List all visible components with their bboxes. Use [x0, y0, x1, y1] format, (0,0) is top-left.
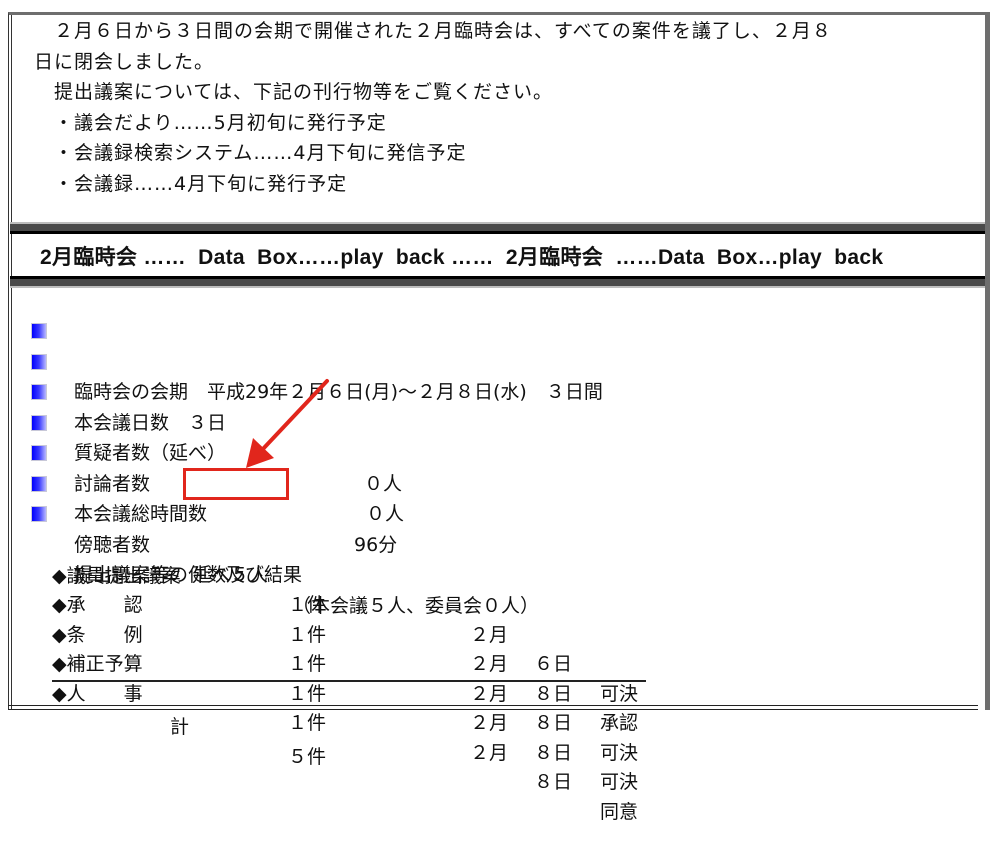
proposal-count: １件: [288, 712, 327, 734]
stat-value: ０人: [364, 472, 403, 495]
table-row: ◆補正予算 １件 ２月 ８日 可決: [52, 621, 652, 793]
proposal-result: 可決: [600, 741, 639, 764]
banner-bottom-rule: [10, 276, 985, 288]
proposal-month: ２月: [470, 741, 509, 764]
stat-observers: 傍聴者数 延べ５人 （本会議５人、委員会０人）: [30, 469, 539, 617]
square-bullet-icon: [32, 324, 46, 338]
proposal-result: 可決: [600, 771, 639, 793]
stat-plenary-days: 本会議日数 ３日: [30, 347, 226, 434]
square-bullet-icon: [32, 476, 46, 491]
session-stats-list: 臨時会の会期 平成29年２月６日(月)〜２月８日(水) ３日間 本会議日数 ３日…: [30, 316, 603, 617]
proposal-month: ２月: [470, 712, 509, 734]
intro-line: ２月６日から３日間の会期で開催された２月臨時会は、すべての案件を議了し、２月８: [34, 20, 832, 42]
intro-paragraph: ２月６日から３日間の会期で開催された２月臨時会は、すべての案件を議了し、２月８ …: [34, 16, 832, 199]
publication-item-newsletter: ・議会だより……5月初旬に発行予定: [34, 111, 387, 134]
square-bullet-icon: [32, 446, 46, 460]
banner-text: 2月臨時会 …… Data Box……play back …… 2月臨時会 ………: [40, 246, 884, 269]
publication-item-minutes: ・会議録……4月下旬に発行予定: [34, 172, 348, 195]
table-row: ◆承 認 １件 ２月 ８日 承認: [52, 562, 652, 734]
table-row: ◆議員提出議案 １件 ２月 ６日 可決: [52, 532, 652, 705]
table-row: ◆人 事 １件 ２月 ８日 同意: [52, 650, 646, 823]
proposal-result: 同意: [600, 800, 639, 823]
proposals-table: ◆議員提出議案 １件 ２月 ６日 可決 ◆承 認 １件 ２月 ８日 承認 ◆条 …: [52, 532, 652, 823]
stat-label: 質疑者数（延べ）: [74, 442, 227, 464]
square-bullet-icon: [32, 385, 46, 399]
stat-session-period: 臨時会の会期 平成29年２月６日(月)〜２月８日(水) ３日間: [30, 316, 603, 403]
publication-item-search-system: ・会議録検索システム……4月下旬に発信予定: [34, 142, 467, 164]
square-bullet-icon: [32, 415, 46, 430]
stat-proposals-heading: 提出議案等の件数及び結果: [30, 499, 302, 586]
stat-questioners: 質疑者数（延べ） ０人: [30, 377, 402, 495]
proposal-day: ８日: [534, 771, 573, 793]
highlight-box: [183, 468, 289, 500]
intro-line: 提出議案については、下記の刊行物等をご覧ください。: [34, 81, 554, 103]
table-row: ◆条 例 １件 ２月 ８日 可決: [52, 591, 652, 764]
stat-total-hours: 本会議総時間数 96分: [30, 438, 397, 556]
stat-label: 本会議日数 ３日: [74, 411, 227, 434]
stat-debaters: 討論者数 ０人: [30, 408, 404, 525]
stat-label: 本会議総時間数: [74, 503, 208, 525]
stat-label: 討論者数: [74, 472, 151, 495]
total-count: ５件: [288, 745, 327, 768]
square-bullet-icon: [32, 354, 46, 369]
total-label: 計: [170, 715, 190, 738]
data-box-banner: 2月臨時会 …… Data Box……play back …… 2月臨時会 ………: [10, 222, 985, 288]
stat-value: ０人: [366, 503, 405, 525]
proposal-result: 承認: [600, 712, 639, 734]
table-total-row: 計 ５件: [52, 682, 652, 768]
stat-label: 臨時会の会期 平成29年２月６日(月)〜２月８日(水) ３日間: [74, 381, 603, 403]
intro-line: 日に閉会しました。: [34, 50, 215, 73]
proposal-day: ８日: [534, 712, 573, 734]
square-bullet-icon: [32, 507, 46, 521]
banner-top-rule: [10, 222, 985, 234]
proposal-day: ８日: [534, 741, 573, 764]
